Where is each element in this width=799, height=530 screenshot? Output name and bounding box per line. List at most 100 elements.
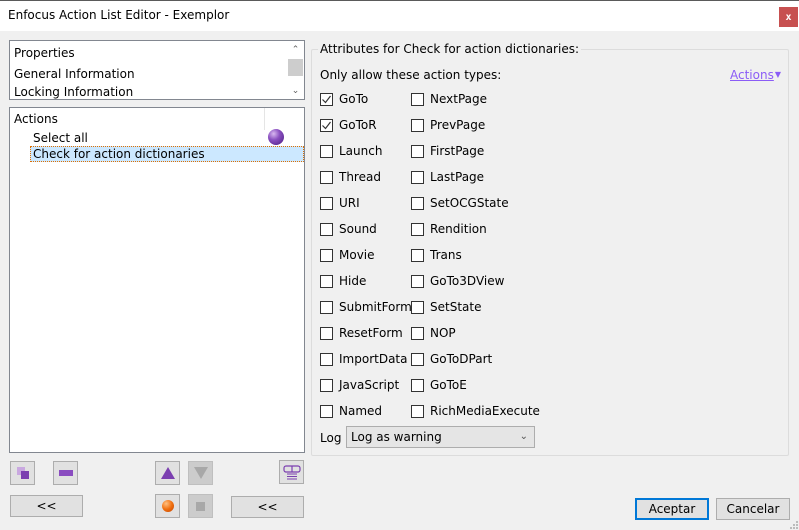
checkbox-label: ResetForm bbox=[339, 326, 403, 340]
checkbox-label: Trans bbox=[430, 248, 462, 262]
checkbox-unchecked-icon[interactable] bbox=[411, 170, 424, 184]
actions-list[interactable]: Actions Select all Check for action dict… bbox=[9, 107, 305, 453]
checkbox-unchecked-icon[interactable] bbox=[320, 170, 333, 184]
orange-ball-icon bbox=[161, 500, 174, 512]
checkbox-unchecked-icon[interactable] bbox=[411, 352, 424, 366]
checkbox-goto3dview[interactable]: GoTo3DView bbox=[411, 273, 504, 289]
log-label: Log bbox=[320, 431, 342, 445]
checkbox-checked-icon[interactable] bbox=[320, 118, 333, 132]
checkbox-label: ImportData bbox=[339, 352, 408, 366]
checkbox-thread[interactable]: Thread bbox=[320, 169, 381, 185]
cancel-button[interactable]: Cancelar bbox=[716, 498, 790, 520]
checkbox-checked-icon[interactable] bbox=[320, 92, 333, 106]
checkbox-label: Rendition bbox=[430, 222, 487, 236]
checkbox-unchecked-icon[interactable] bbox=[411, 92, 424, 106]
checkbox-unchecked-icon[interactable] bbox=[411, 274, 424, 288]
duplicate-button[interactable] bbox=[10, 461, 35, 485]
close-icon: x bbox=[785, 11, 792, 23]
checkbox-resetform[interactable]: ResetForm bbox=[320, 325, 403, 341]
checkbox-nextpage[interactable]: NextPage bbox=[411, 91, 487, 107]
checkbox-unchecked-icon[interactable] bbox=[320, 352, 333, 366]
view-log-button[interactable] bbox=[279, 460, 304, 484]
checkbox-unchecked-icon[interactable] bbox=[411, 326, 424, 340]
checkbox-lastpage[interactable]: LastPage bbox=[411, 169, 484, 185]
checkbox-unchecked-icon[interactable] bbox=[411, 222, 424, 236]
checkbox-setstate[interactable]: SetState bbox=[411, 299, 481, 315]
checkbox-hide[interactable]: Hide bbox=[320, 273, 366, 289]
collapse-right-button[interactable]: << bbox=[231, 496, 304, 518]
checkbox-unchecked-icon[interactable] bbox=[320, 404, 333, 418]
action-item-select-all[interactable]: Select all bbox=[30, 130, 304, 146]
checkbox-label: SetState bbox=[430, 300, 482, 314]
move-down-button[interactable] bbox=[188, 461, 213, 485]
checkbox-prevpage[interactable]: PrevPage bbox=[411, 117, 485, 133]
checkbox-label: GoTo3DView bbox=[430, 274, 505, 288]
checkbox-unchecked-icon[interactable] bbox=[411, 118, 424, 132]
checkbox-unchecked-icon[interactable] bbox=[320, 196, 333, 210]
action-item-check-for-action-dictionaries[interactable]: Check for action dictionaries bbox=[30, 146, 304, 162]
properties-scrollbar[interactable]: ⌃ ⌄ bbox=[287, 41, 304, 99]
checkbox-goto[interactable]: GoTo bbox=[320, 91, 368, 107]
checkbox-label: FirstPage bbox=[430, 144, 485, 158]
checkbox-javascript[interactable]: JavaScript bbox=[320, 377, 399, 393]
checkbox-richmediaexecute[interactable]: RichMediaExecute bbox=[411, 403, 540, 419]
triangle-down-icon bbox=[193, 467, 208, 479]
checkbox-unchecked-icon[interactable] bbox=[320, 144, 333, 158]
checkbox-unchecked-icon[interactable] bbox=[320, 248, 333, 262]
checkbox-unchecked-icon[interactable] bbox=[320, 300, 333, 314]
checkbox-unchecked-icon[interactable] bbox=[320, 274, 333, 288]
column-separator bbox=[264, 108, 265, 130]
checkbox-label: Thread bbox=[339, 170, 381, 184]
checkbox-label: Hide bbox=[339, 274, 367, 288]
run-button[interactable] bbox=[155, 494, 180, 518]
stop-button[interactable] bbox=[188, 494, 213, 518]
checkbox-unchecked-icon[interactable] bbox=[320, 222, 333, 236]
properties-item-general-information[interactable]: General Information bbox=[14, 67, 135, 81]
checkbox-rendition[interactable]: Rendition bbox=[411, 221, 487, 237]
checkbox-unchecked-icon[interactable] bbox=[320, 378, 333, 392]
properties-list[interactable]: Properties General Information Locking I… bbox=[9, 40, 305, 100]
checkbox-unchecked-icon[interactable] bbox=[411, 300, 424, 314]
close-button[interactable]: x bbox=[779, 7, 798, 27]
checkbox-label: Named bbox=[339, 404, 383, 418]
checkbox-label: LastPage bbox=[430, 170, 485, 184]
checkbox-nop[interactable]: NOP bbox=[411, 325, 456, 341]
scroll-thumb[interactable] bbox=[288, 59, 303, 76]
resize-grip-icon[interactable] bbox=[788, 519, 798, 529]
checkbox-uri[interactable]: URI bbox=[320, 195, 360, 211]
checkbox-unchecked-icon[interactable] bbox=[411, 248, 424, 262]
checkbox-unchecked-icon[interactable] bbox=[411, 144, 424, 158]
checkbox-label: PrevPage bbox=[430, 118, 486, 132]
log-select[interactable]: Log as warning ⌄ bbox=[346, 426, 535, 448]
checkbox-unchecked-icon[interactable] bbox=[411, 378, 424, 392]
checkbox-unchecked-icon[interactable] bbox=[320, 326, 333, 340]
checkbox-unchecked-icon[interactable] bbox=[411, 196, 424, 210]
checkbox-label: SetOCGState bbox=[430, 196, 509, 210]
actions-menu-link[interactable]: Actions▼ bbox=[730, 68, 781, 82]
scroll-down-icon[interactable]: ⌄ bbox=[287, 82, 304, 99]
checkbox-named[interactable]: Named bbox=[320, 403, 382, 419]
checkbox-label: URI bbox=[339, 196, 360, 210]
scroll-up-icon[interactable]: ⌃ bbox=[287, 41, 304, 58]
checkbox-gotoe[interactable]: GoToE bbox=[411, 377, 467, 393]
properties-item-locking-information[interactable]: Locking Information bbox=[14, 85, 133, 99]
checkbox-gotor[interactable]: GoToR bbox=[320, 117, 377, 133]
chevron-down-icon: ⌄ bbox=[519, 431, 528, 442]
window-title: Enfocus Action List Editor - Exemplor bbox=[8, 8, 230, 22]
checkbox-firstpage[interactable]: FirstPage bbox=[411, 143, 484, 159]
properties-item-properties[interactable]: Properties bbox=[14, 46, 75, 60]
checkbox-launch[interactable]: Launch bbox=[320, 143, 382, 159]
move-up-button[interactable] bbox=[155, 461, 180, 485]
checkbox-movie[interactable]: Movie bbox=[320, 247, 375, 263]
remove-button[interactable] bbox=[53, 461, 78, 485]
checkbox-submitform[interactable]: SubmitForm bbox=[320, 299, 412, 315]
checkbox-importdata[interactable]: ImportData bbox=[320, 351, 407, 367]
collapse-left-button[interactable]: << bbox=[10, 495, 83, 517]
checkbox-trans[interactable]: Trans bbox=[411, 247, 462, 263]
action-item-label: Check for action dictionaries bbox=[33, 147, 205, 161]
checkbox-sound[interactable]: Sound bbox=[320, 221, 377, 237]
checkbox-unchecked-icon[interactable] bbox=[411, 404, 424, 418]
checkbox-gotodpart[interactable]: GoToDPart bbox=[411, 351, 492, 367]
ok-button[interactable]: Aceptar bbox=[635, 498, 709, 520]
checkbox-setocgstate[interactable]: SetOCGState bbox=[411, 195, 509, 211]
